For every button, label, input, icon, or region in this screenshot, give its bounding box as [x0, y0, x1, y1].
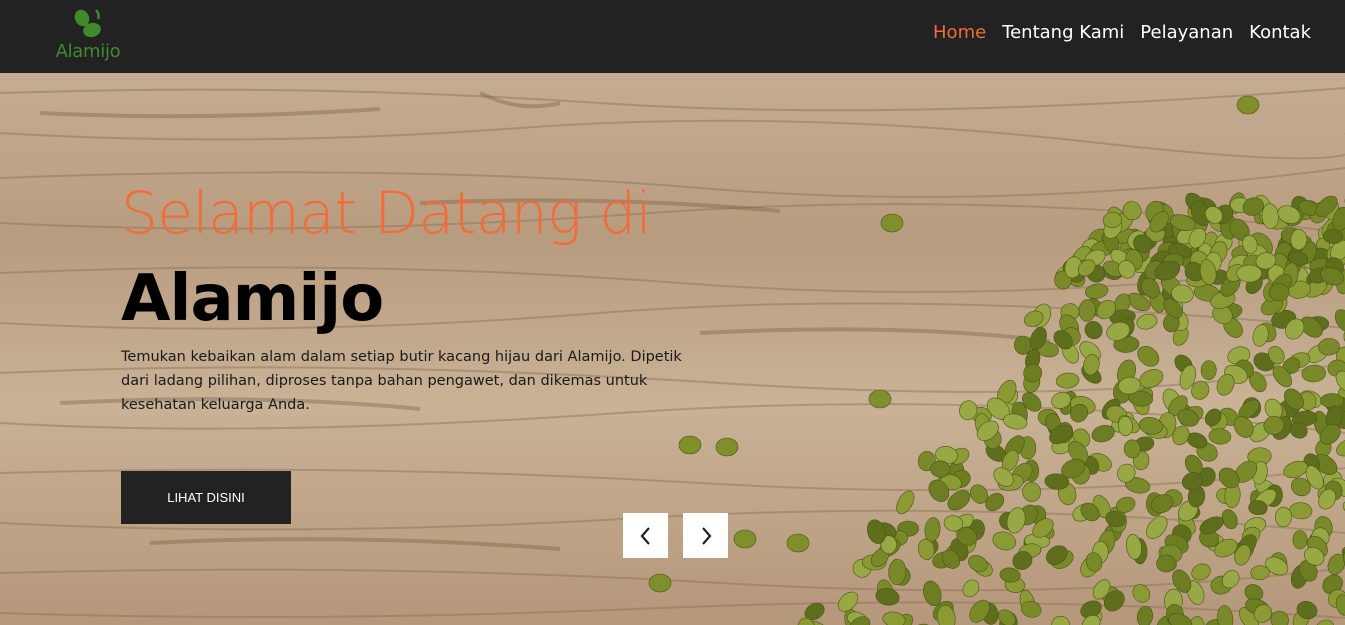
chevron-right-icon — [701, 526, 711, 545]
hero-title: Alamijo — [121, 262, 384, 336]
hero-slider: Selamat Datang di Alamijo Temukan kebaik… — [0, 73, 1345, 625]
slider-next-button[interactable] — [683, 513, 728, 558]
nav-kontak[interactable]: Kontak — [1249, 21, 1311, 45]
nav-home[interactable]: Home — [933, 21, 986, 45]
nav-pelayanan[interactable]: Pelayanan — [1140, 21, 1233, 45]
hero-description: Temukan kebaikan alam dalam setiap butir… — [121, 349, 682, 413]
chevron-left-icon — [640, 526, 650, 545]
main-nav: Home Tentang Kami Pelayanan Kontak — [933, 21, 1311, 45]
hero-content: Selamat Datang di Alamijo Temukan kebaik… — [121, 181, 721, 417]
mung-bean-logo-icon — [74, 9, 101, 38]
slider-prev-button[interactable] — [623, 513, 668, 558]
nav-tentang-kami[interactable]: Tentang Kami — [1002, 21, 1124, 45]
lihat-disini-button[interactable]: LIHAT DISINI — [121, 471, 291, 524]
logo[interactable]: Alamijo — [52, 6, 124, 66]
navbar: Alamijo Home Tentang Kami Pelayanan Kont… — [0, 0, 1345, 73]
logo-text: Alamijo — [55, 41, 121, 62]
hero-welcome-text: Selamat Datang di — [121, 179, 652, 247]
